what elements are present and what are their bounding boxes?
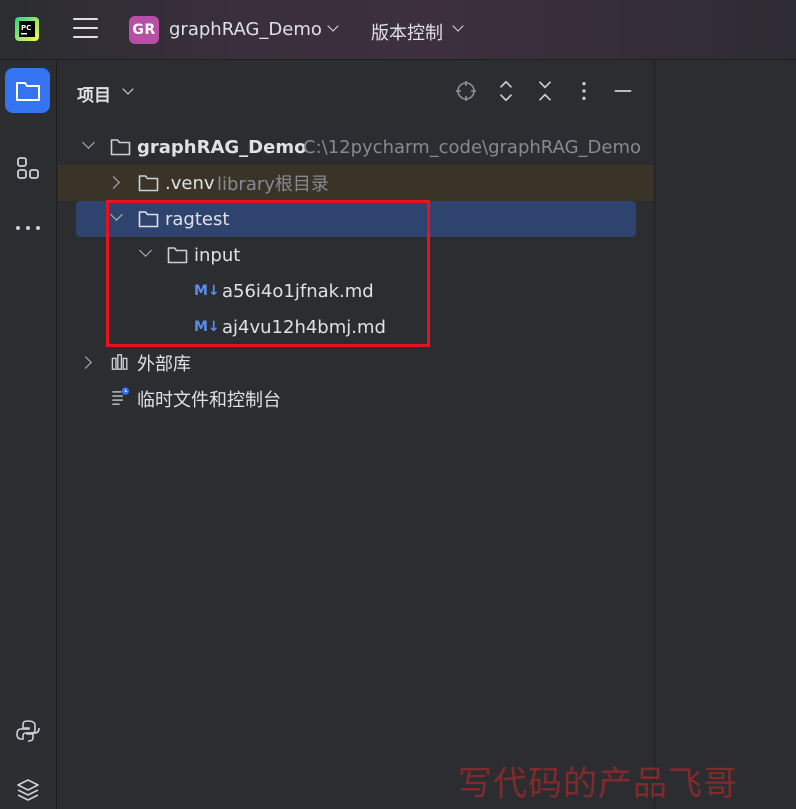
chevron-right-icon[interactable] <box>107 176 120 189</box>
expand-all-icon[interactable] <box>496 80 516 102</box>
chevron-down-icon[interactable] <box>327 20 339 32</box>
structure-tool-button[interactable] <box>5 145 50 190</box>
scratches-label: 临时文件和控制台 <box>137 390 281 411</box>
layers-icon <box>16 778 39 801</box>
tree-row-root[interactable]: graphRAG_Demo C:\12pycharm_code\graphRAG… <box>58 129 654 165</box>
main-menu-button[interactable] <box>73 18 98 40</box>
minimize-icon[interactable] <box>612 80 634 102</box>
panel-title[interactable]: 项目 <box>77 81 111 106</box>
library-icon <box>111 354 128 370</box>
chevron-down-icon[interactable] <box>122 83 134 95</box>
project-name[interactable]: graphRAG_Demo <box>169 19 322 40</box>
tree-row-venv[interactable]: .venv library根目录 <box>58 165 654 201</box>
more-vertical-icon[interactable] <box>574 80 594 102</box>
editor-area <box>655 60 796 809</box>
project-badge[interactable]: GR <box>129 16 159 44</box>
highlight-box <box>106 200 430 347</box>
title-bar: PC GR graphRAG_Demo 版本控制 <box>0 0 796 60</box>
tree-row-external-libs[interactable]: 外部库 <box>58 345 654 381</box>
venv-hint: library根目录 <box>217 174 329 195</box>
chevron-down-icon[interactable] <box>82 136 95 149</box>
folder-icon <box>110 139 131 156</box>
collapse-all-icon[interactable] <box>535 80 555 102</box>
tree-row-scratches[interactable]: 临时文件和控制台 <box>58 381 654 417</box>
root-name: graphRAG_Demo <box>137 136 307 158</box>
locate-icon[interactable] <box>455 80 477 102</box>
folder-icon <box>15 81 40 101</box>
svg-text:PC: PC <box>21 24 31 32</box>
chevron-right-icon[interactable] <box>79 356 92 369</box>
venv-name: .venv <box>165 172 215 194</box>
more-tools-button[interactable] <box>5 205 50 250</box>
python-console-button[interactable] <box>5 708 50 753</box>
external-libs-label: 外部库 <box>137 354 191 375</box>
vcs-menu[interactable]: 版本控制 <box>371 19 443 45</box>
more-icon <box>15 225 40 230</box>
tool-window-strip <box>0 60 57 809</box>
pycharm-logo-icon[interactable]: PC <box>15 17 39 41</box>
scratches-icon <box>112 387 130 405</box>
root-path: C:\12pycharm_code\graphRAG_Demo <box>303 136 642 158</box>
watermark: 写代码的产品飞哥 <box>458 764 738 804</box>
structure-icon <box>16 156 39 179</box>
folder-icon <box>138 175 159 192</box>
project-tool-button[interactable] <box>5 68 50 113</box>
services-tool-button[interactable] <box>5 767 50 809</box>
python-console-icon <box>15 719 40 742</box>
chevron-down-icon[interactable] <box>452 20 464 32</box>
project-panel: 项目 graphRAG_Demo C:\12pycharm_code\graph… <box>58 60 654 809</box>
